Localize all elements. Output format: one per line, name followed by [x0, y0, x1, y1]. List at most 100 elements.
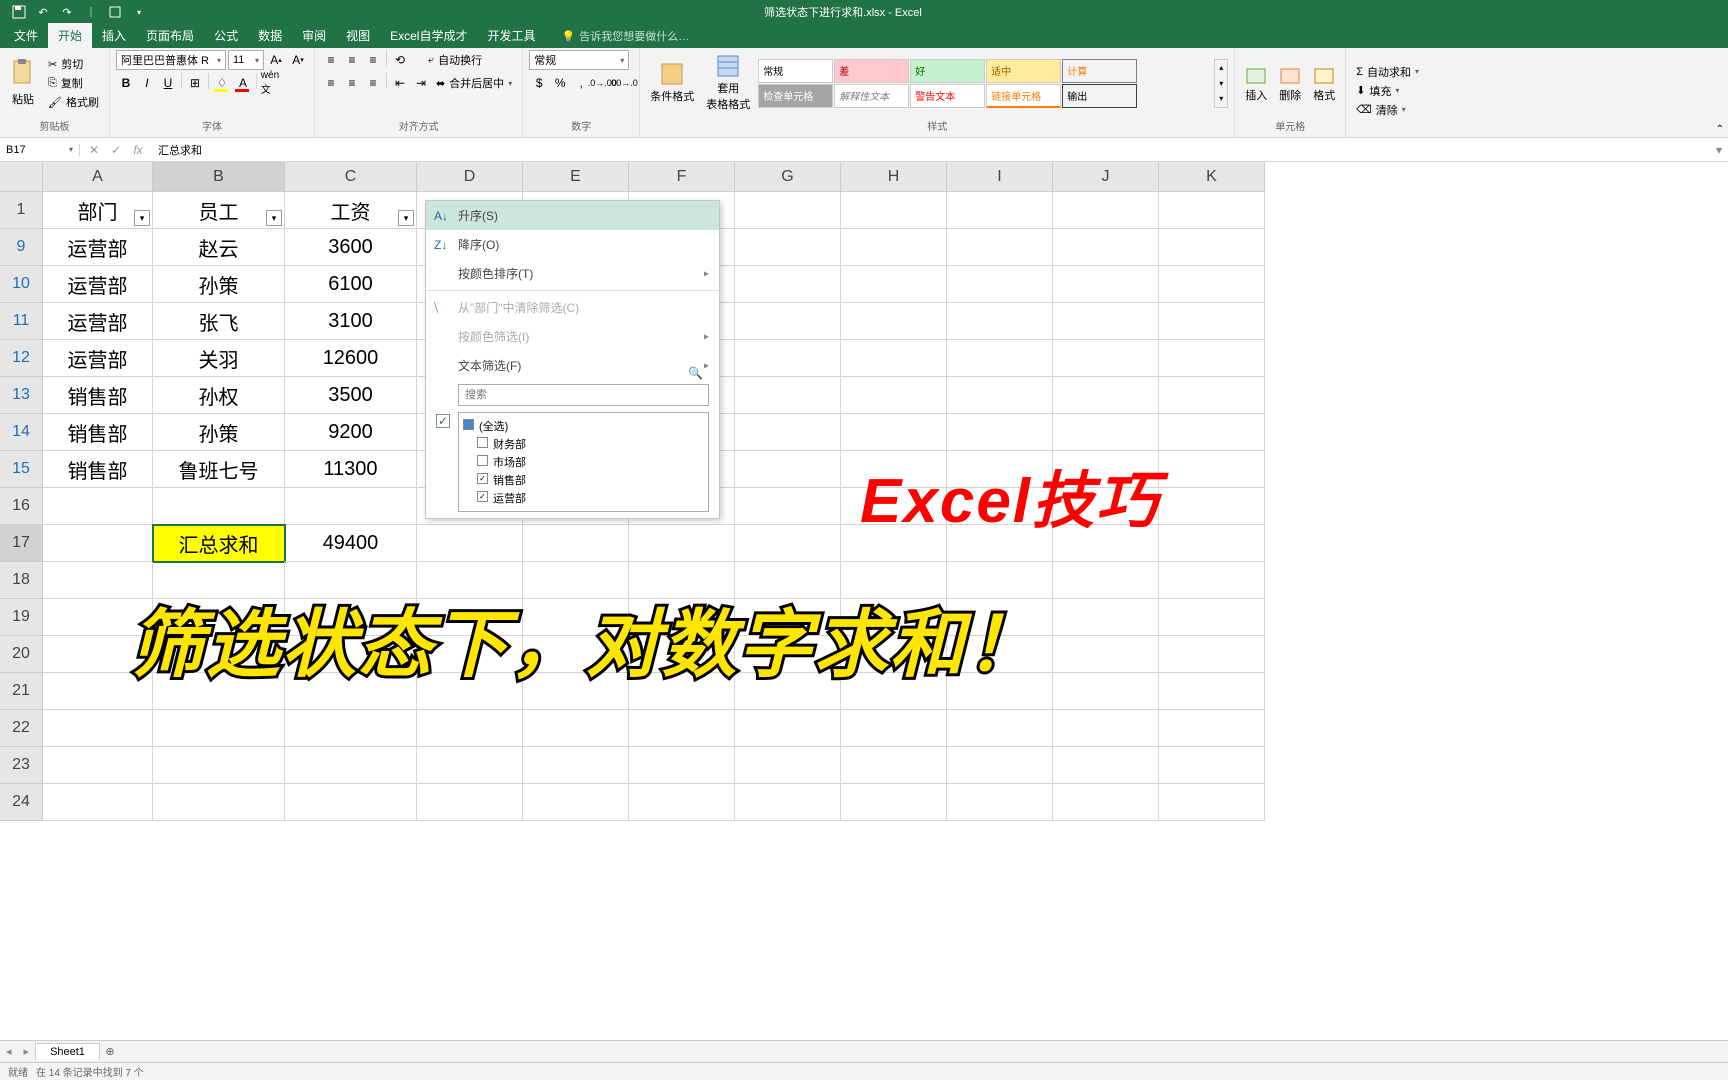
col-header-J[interactable]: J	[1053, 162, 1159, 192]
cell-K10[interactable]	[1159, 266, 1265, 303]
cell-G14[interactable]	[735, 414, 841, 451]
cell-E23[interactable]	[523, 747, 629, 784]
cell-B16[interactable]	[153, 488, 285, 525]
cell-C10[interactable]: 6100	[285, 266, 417, 303]
cell-A22[interactable]	[43, 710, 153, 747]
decrease-indent-button[interactable]: ⇤	[390, 73, 410, 93]
cell-B10[interactable]: 孙策	[153, 266, 285, 303]
cell-J10[interactable]	[1053, 266, 1159, 303]
cell-I23[interactable]	[947, 747, 1053, 784]
redo-button[interactable]: ↷	[56, 2, 78, 22]
tab-file[interactable]: 文件	[4, 23, 48, 48]
cell-A12[interactable]: 运营部	[43, 340, 153, 377]
filter-dropdown-C[interactable]: ▾	[398, 210, 414, 226]
cell-B13[interactable]: 孙权	[153, 377, 285, 414]
formula-enter-button[interactable]: ✓	[106, 140, 126, 160]
cell-I12[interactable]	[947, 340, 1053, 377]
cell-B15[interactable]: 鲁班七号	[153, 451, 285, 488]
decrease-font-button[interactable]: A▾	[288, 50, 308, 70]
row-header-15[interactable]: 15	[0, 451, 43, 488]
col-header-H[interactable]: H	[841, 162, 947, 192]
cell-C13[interactable]: 3500	[285, 377, 417, 414]
font-color-button[interactable]: A	[233, 73, 253, 93]
col-header-E[interactable]: E	[523, 162, 629, 192]
italic-button[interactable]: I	[137, 73, 157, 93]
cell-K17[interactable]	[1159, 525, 1265, 562]
filter-value-item[interactable]: 销售部	[461, 471, 706, 489]
cell-K12[interactable]	[1159, 340, 1265, 377]
number-format-combo[interactable]: 常规▾	[529, 50, 629, 70]
cell-I24[interactable]	[947, 784, 1053, 821]
font-name-combo[interactable]: 阿里巴巴普惠体 R▾	[116, 50, 226, 70]
cell-K18[interactable]	[1159, 562, 1265, 599]
tab-data[interactable]: 数据	[248, 23, 292, 48]
tab-layout[interactable]: 页面布局	[136, 23, 204, 48]
fill-color-button[interactable]: ♢	[212, 73, 232, 93]
cell-C1[interactable]: 工资▾	[285, 192, 417, 229]
row-header-10[interactable]: 10	[0, 266, 43, 303]
col-header-A[interactable]: A	[43, 162, 153, 192]
filter-value-item[interactable]: (全选)	[461, 417, 706, 435]
cell-D23[interactable]	[417, 747, 523, 784]
style-scroll-more[interactable]: ▾	[1215, 91, 1227, 107]
cell-G17[interactable]	[735, 525, 841, 562]
cell-G15[interactable]	[735, 451, 841, 488]
col-header-C[interactable]: C	[285, 162, 417, 192]
cell-H24[interactable]	[841, 784, 947, 821]
sheet-nav-prev[interactable]: ◂	[0, 1045, 18, 1058]
cell-B22[interactable]	[153, 710, 285, 747]
align-bottom-button[interactable]: ≡	[363, 50, 383, 70]
cell-F17[interactable]	[629, 525, 735, 562]
cell-A23[interactable]	[43, 747, 153, 784]
row-header-1[interactable]: 1	[0, 192, 43, 229]
cell-B14[interactable]: 孙策	[153, 414, 285, 451]
cell-J9[interactable]	[1053, 229, 1159, 266]
cell-J14[interactable]	[1053, 414, 1159, 451]
select-all-corner[interactable]	[0, 162, 43, 192]
row-header-14[interactable]: 14	[0, 414, 43, 451]
collapse-ribbon-button[interactable]: ⌃	[1716, 124, 1724, 135]
row-header-20[interactable]: 20	[0, 636, 43, 673]
cell-A15[interactable]: 销售部	[43, 451, 153, 488]
style-good[interactable]: 好	[910, 59, 985, 83]
format-cells-button[interactable]: 格式	[1309, 61, 1339, 105]
cell-E22[interactable]	[523, 710, 629, 747]
row-header-17[interactable]: 17	[0, 525, 43, 562]
cell-H13[interactable]	[841, 377, 947, 414]
cell-H23[interactable]	[841, 747, 947, 784]
cell-A16[interactable]	[43, 488, 153, 525]
style-check[interactable]: 检查单元格	[758, 84, 833, 108]
cell-K15[interactable]	[1159, 451, 1265, 488]
tab-developer[interactable]: 开发工具	[477, 23, 545, 48]
cell-B24[interactable]	[153, 784, 285, 821]
cell-H12[interactable]	[841, 340, 947, 377]
phonetic-button[interactable]: wén文	[260, 73, 280, 93]
cell-B23[interactable]	[153, 747, 285, 784]
cell-K21[interactable]	[1159, 673, 1265, 710]
cell-H22[interactable]	[841, 710, 947, 747]
cell-K24[interactable]	[1159, 784, 1265, 821]
cell-K22[interactable]	[1159, 710, 1265, 747]
filter-value-item[interactable]: 运营部	[461, 489, 706, 507]
tab-insert[interactable]: 插入	[92, 23, 136, 48]
cell-G16[interactable]	[735, 488, 841, 525]
tab-review[interactable]: 审阅	[292, 23, 336, 48]
qat-customize[interactable]: ▾	[128, 2, 150, 22]
cell-J22[interactable]	[1053, 710, 1159, 747]
align-center-button[interactable]: ≡	[342, 73, 362, 93]
underline-button[interactable]: U	[158, 73, 178, 93]
row-header-16[interactable]: 16	[0, 488, 43, 525]
cell-K1[interactable]	[1159, 192, 1265, 229]
text-filters[interactable]: 文本筛选(F) ▸	[426, 351, 719, 380]
insert-function-button[interactable]: fx	[128, 140, 148, 160]
cell-G24[interactable]	[735, 784, 841, 821]
cell-G23[interactable]	[735, 747, 841, 784]
cell-H1[interactable]	[841, 192, 947, 229]
style-scroll-down[interactable]: ▾	[1215, 75, 1227, 91]
cell-J12[interactable]	[1053, 340, 1159, 377]
cell-E17[interactable]	[523, 525, 629, 562]
conditional-format-button[interactable]: 条件格式	[646, 60, 698, 106]
percent-format-button[interactable]: %	[550, 73, 570, 93]
cell-C14[interactable]: 9200	[285, 414, 417, 451]
orientation-button[interactable]: ⟲	[390, 50, 410, 70]
